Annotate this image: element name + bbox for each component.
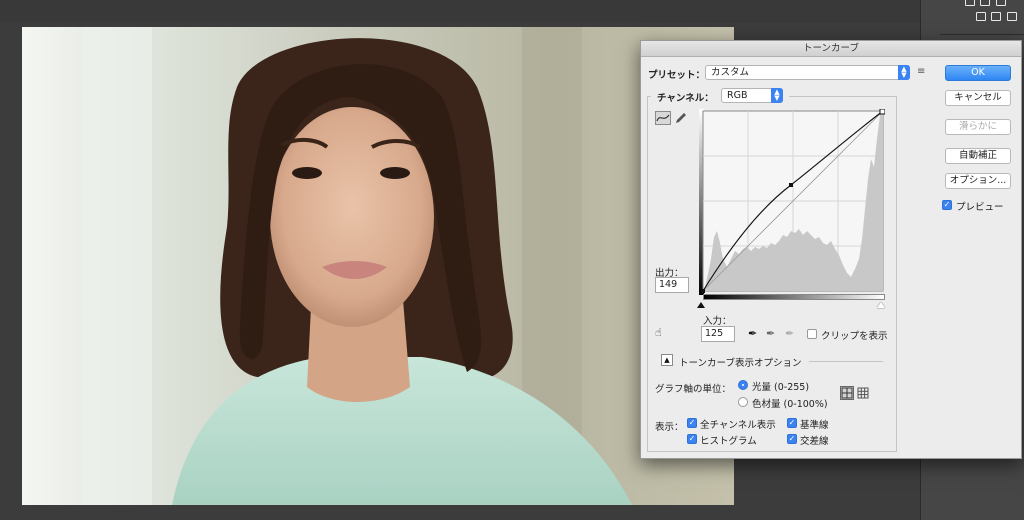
show-label: 表示：	[655, 422, 684, 433]
curve-control-point[interactable]	[789, 183, 793, 187]
portrait-photo	[22, 27, 734, 505]
chevron-updown-icon: ▲ ▼	[898, 65, 910, 80]
chevron-updown-icon: ▲ ▼	[771, 88, 783, 103]
panel-icon[interactable]	[980, 0, 990, 6]
document-canvas-photo[interactable]	[22, 27, 734, 505]
output-field[interactable]: 149	[655, 277, 689, 293]
target-adjustment-hand-icon[interactable]: ☝	[655, 326, 662, 339]
cancel-button[interactable]: キャンセル	[945, 90, 1011, 106]
curve-point-tool-icon[interactable]	[655, 111, 671, 125]
baseline-label: 基準線	[800, 420, 829, 431]
channel-overlays-label: 全チャンネル表示	[700, 420, 776, 431]
preview-label: プレビュー	[956, 202, 1004, 213]
grid-detailed-icon[interactable]	[857, 387, 869, 399]
white-eyedropper-icon[interactable]: ✒	[785, 327, 794, 340]
group-border	[896, 96, 897, 452]
group-border	[647, 96, 648, 452]
options-button[interactable]: オプション...	[945, 173, 1011, 189]
histogram-label: ヒストグラム	[700, 436, 757, 447]
divider	[809, 361, 883, 362]
curve-graph[interactable]	[699, 109, 885, 299]
workspace: トーンカーブ プリセット： カスタム ▲▼ ≡ チャンネル： RGB ▲▼	[0, 0, 1024, 520]
grid-simple-icon[interactable]	[840, 386, 854, 400]
unit-pigment-label: 色材量 (0-100%)	[752, 399, 828, 410]
preset-value: カスタム	[711, 67, 750, 78]
preset-label: プリセット：	[648, 70, 706, 81]
panel-icon[interactable]	[991, 12, 1001, 21]
unit-pigment-radio[interactable]	[738, 397, 748, 407]
input-label: 入力：	[703, 316, 732, 327]
pencil-tool-icon[interactable]	[674, 111, 688, 125]
panel-icon[interactable]	[996, 0, 1006, 6]
auto-button[interactable]: 自動補正	[945, 148, 1011, 164]
channel-select[interactable]: RGB ▲ ▼	[721, 88, 783, 103]
curve-display-options-label: トーンカーブ表示オプション	[679, 358, 802, 369]
group-border	[647, 451, 897, 452]
unit-light-label: 光量 (0-255)	[752, 382, 810, 393]
baseline-checkbox[interactable]: ✓	[787, 418, 797, 428]
show-clipping-label: クリップを表示	[821, 331, 888, 342]
options-bar	[0, 0, 920, 22]
channel-label: チャンネル：	[655, 90, 716, 104]
intersection-line-checkbox[interactable]: ✓	[787, 434, 797, 444]
input-field[interactable]: 125	[701, 326, 735, 342]
black-eyedropper-icon[interactable]: ✒	[748, 327, 757, 340]
group-border	[789, 96, 897, 97]
disclosure-triangle-icon[interactable]: ▲	[661, 354, 673, 366]
panel-icon[interactable]	[965, 0, 975, 6]
input-gradient-bar	[703, 294, 885, 300]
smooth-button[interactable]: 滑らかに	[945, 119, 1011, 135]
preview-checkbox[interactable]: ✓	[942, 200, 952, 210]
histogram-checkbox[interactable]: ✓	[687, 434, 697, 444]
white-point-slider-icon[interactable]	[877, 302, 885, 308]
preset-options-icon[interactable]: ≡	[917, 66, 925, 77]
ok-button[interactable]: OK	[945, 65, 1011, 81]
unit-light-radio[interactable]	[738, 380, 748, 390]
graph-unit-label: グラフ軸の単位：	[655, 384, 732, 395]
intersection-line-label: 交差線	[800, 436, 829, 447]
gray-eyedropper-icon[interactable]: ✒	[766, 327, 775, 340]
curve-endpoint-white[interactable]	[879, 109, 885, 115]
channel-overlays-checkbox[interactable]: ✓	[687, 418, 697, 428]
show-clipping-checkbox[interactable]	[807, 329, 817, 339]
dialog-title: トーンカーブ	[641, 41, 1021, 57]
panel-icon[interactable]	[976, 12, 986, 21]
panel-icon[interactable]	[1007, 12, 1017, 21]
black-point-slider-icon[interactable]	[697, 302, 705, 308]
preset-select[interactable]: カスタム ▲ ▼	[705, 65, 910, 80]
curves-dialog[interactable]: トーンカーブ プリセット： カスタム ▲▼ ≡ チャンネル： RGB ▲▼	[640, 40, 1022, 459]
panel-divider	[940, 34, 1024, 35]
curve-endpoint-black[interactable]	[701, 289, 705, 293]
channel-value: RGB	[727, 90, 748, 101]
